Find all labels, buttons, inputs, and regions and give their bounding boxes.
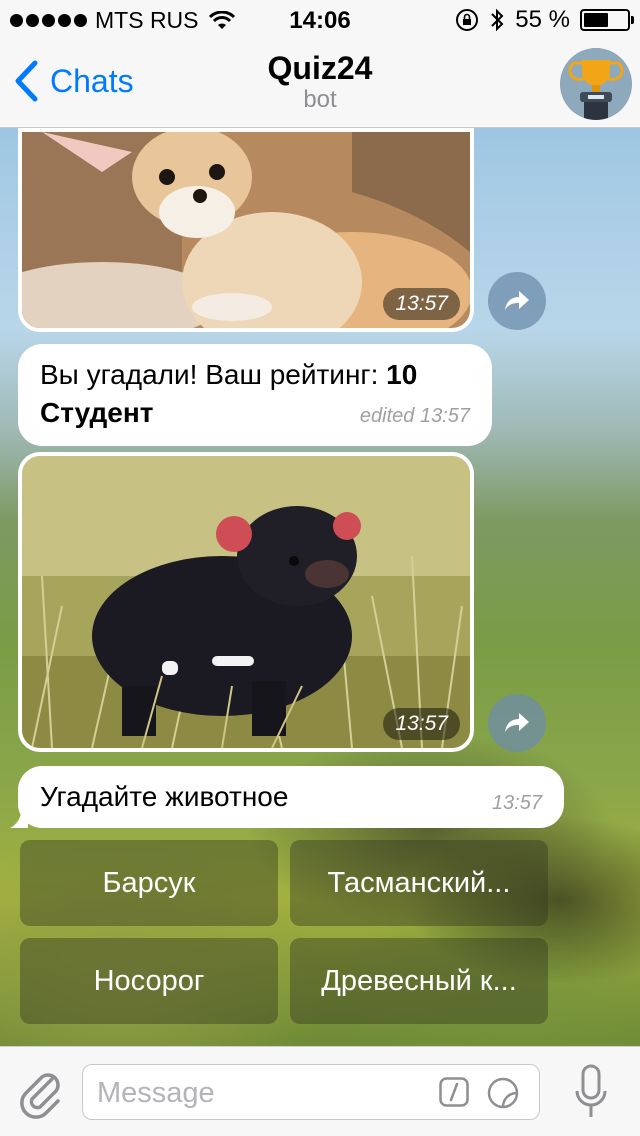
answer-button-badger[interactable]: Барсук [20,840,278,926]
answer-button-label: Тасманский... [327,866,511,899]
forward-button[interactable] [488,694,546,752]
message-bubble-result[interactable]: Вы угадали! Ваш рейтинг: 10 Студент edit… [18,344,492,446]
answer-button-label: Носорог [93,964,205,997]
chat-header[interactable]: Quiz24 bot [0,50,640,114]
message-line-rating: Вы угадали! Ваш рейтинг: 10 [40,356,470,394]
trophy-avatar-icon [560,48,632,120]
photo-timestamp: 13:57 [383,288,460,320]
answer-button-rhino[interactable]: Носорог [20,938,278,1024]
answer-button-label: Древесный к... [321,964,517,997]
message-timestamp: edited 13:57 [359,405,470,427]
message-bubble-question[interactable]: Угадайте животное 13:57 [18,766,564,828]
microphone-icon[interactable] [574,1063,608,1121]
chat-title: Quiz24 [267,50,373,86]
rating-value: 10 [386,359,418,390]
forward-icon [505,713,529,732]
message-field[interactable] [82,1064,540,1121]
status-bar: MTS RUS 14:06 55 % [0,0,640,40]
forward-button[interactable] [488,272,546,330]
sticker-icon[interactable] [487,1077,519,1109]
chat-subtitle: bot [303,86,337,113]
photo-message-fox[interactable]: 13:57 [18,128,474,332]
photo-message-devil[interactable]: 13:57 [18,452,474,752]
battery-icon [580,9,634,31]
answer-button-label: Барсук [102,866,196,899]
message-input[interactable] [95,1065,429,1121]
answer-button-tree[interactable]: Древесный к... [290,938,548,1024]
paperclip-icon[interactable] [16,1065,64,1119]
command-icon[interactable] [439,1077,469,1107]
message-text: Угадайте животное [40,781,289,812]
photo-timestamp: 13:57 [383,708,460,740]
tasmanian-devil-photo [22,456,470,748]
navigation-bar: Chats Quiz24 bot [0,40,640,128]
battery-percent: 55 % [515,6,570,33]
bluetooth-icon [491,8,504,32]
message-input-bar [0,1046,640,1136]
rank-title: Студент [40,397,154,428]
lock-rotation-icon [456,9,479,31]
bot-avatar[interactable] [560,48,632,120]
forward-icon [505,291,529,310]
message-text: Вы угадали! Ваш рейтинг: [40,359,387,390]
message-timestamp: 13:57 [491,792,542,814]
answer-button-tasmanian[interactable]: Тасманский... [290,840,548,926]
